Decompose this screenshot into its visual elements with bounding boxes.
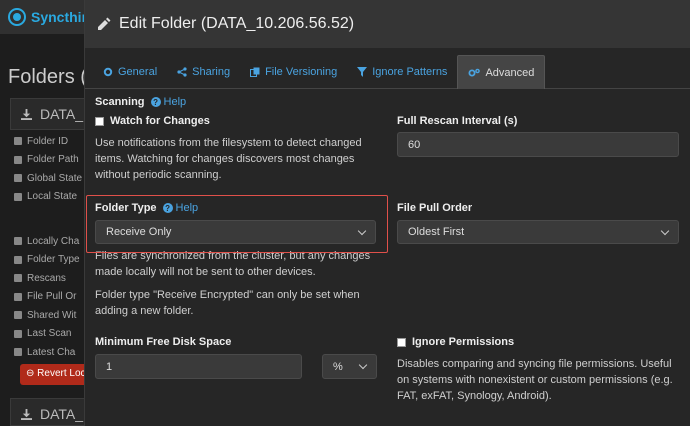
folder-type-description: Files are synchronized from the cluster,… (95, 250, 371, 278)
tab-ignore-patterns[interactable]: Ignore Patterns (347, 55, 457, 89)
question-circle-icon: ? (162, 203, 173, 213)
share-icon (14, 311, 22, 320)
download-icon (21, 108, 32, 120)
home-icon (14, 192, 22, 201)
modal-title: Edit Folder (DATA_10.206.56.52) (119, 15, 355, 32)
list-item: Folder Path (14, 151, 82, 170)
edit-folder-modal: Edit Folder (DATA_10.206.56.52) General … (84, 0, 690, 426)
modal-header: Edit Folder (DATA_10.206.56.52) (85, 0, 690, 48)
ignore-permissions-description: Disables comparing and syncing file perm… (397, 358, 673, 402)
ignore-permissions-label[interactable]: Ignore Permissions (397, 336, 514, 348)
gear-icon (103, 67, 113, 77)
ignore-permissions-checkbox[interactable] (397, 337, 406, 347)
versions-icon (250, 67, 260, 77)
minimum-free-disk-space-label: Minimum Free Disk Space (95, 336, 232, 348)
filter-icon (357, 67, 368, 77)
chevron-down-icon (357, 226, 367, 235)
full-rescan-interval-label: Full Rescan Interval (s) (397, 115, 518, 127)
list-item: Last Scan (14, 325, 80, 344)
list-item: Folder ID (14, 132, 82, 151)
folder-type-help-link[interactable]: ? Help (162, 202, 198, 214)
watch-for-changes-checkbox[interactable] (95, 116, 104, 126)
folders-heading: Folders ( (8, 66, 87, 88)
file-pull-order-label: File Pull Order (397, 202, 473, 214)
file-pull-order-select[interactable]: Oldest First (397, 220, 679, 244)
tab-advanced[interactable]: Advanced (457, 55, 546, 89)
gears-icon (468, 68, 481, 76)
tab-sharing[interactable]: Sharing (167, 55, 240, 89)
syncthing-logo-icon (8, 8, 26, 26)
folder-panel-title-2: DATA_ (40, 406, 84, 422)
pencil-icon (98, 17, 111, 30)
clock-icon (14, 329, 22, 338)
chevron-down-icon (358, 360, 368, 370)
folder-panel-title: DATA_ (40, 106, 84, 122)
folder-type-label: Folder Type ? Help (95, 202, 199, 214)
tab-general[interactable]: General (93, 55, 167, 89)
info-icon (14, 137, 22, 146)
scanning-heading: Scanning ? Help (95, 96, 187, 108)
refresh-icon (14, 274, 22, 283)
question-circle-icon: ? (150, 97, 161, 107)
sort-icon (14, 292, 22, 301)
list-item: Shared Wit (14, 306, 80, 325)
folder-panel-header-2[interactable]: DATA_ (10, 398, 90, 426)
exchange-icon (14, 348, 22, 357)
scanning-help-link[interactable]: ? Help (150, 96, 186, 108)
list-item: File Pull Or (14, 288, 80, 307)
download-icon (21, 408, 32, 420)
disk-space-unit-select[interactable]: % (322, 354, 377, 379)
chevron-down-icon (660, 226, 670, 235)
modal-tabs: General Sharing File Versioning Ignore P… (85, 55, 690, 89)
tab-file-versioning[interactable]: File Versioning (240, 55, 347, 89)
minus-circle-icon: ⊖ (26, 368, 38, 379)
list-item: Latest Cha (14, 343, 80, 362)
watch-for-changes-label[interactable]: Watch for Changes (95, 115, 210, 127)
full-rescan-interval-input[interactable]: 60 (397, 132, 679, 157)
revert-local-changes-button[interactable]: ⊖ Revert Loca (20, 364, 90, 385)
share-icon (177, 67, 187, 77)
folder-panel-header[interactable]: DATA_ (10, 98, 90, 130)
list-item: Local State (14, 188, 82, 207)
watch-for-changes-description: Use notifications from the filesystem to… (95, 137, 362, 181)
list-item: Locally Cha (14, 232, 80, 251)
list-item: Folder Type (14, 251, 80, 270)
folder-icon (14, 155, 22, 164)
folder-type-note: Folder type "Receive Encrypted" can only… (95, 289, 360, 317)
minimum-free-disk-space-input[interactable]: 1 (95, 354, 302, 379)
folder-info-list-top: Folder ID Folder Path Global State Local… (14, 132, 82, 206)
folder-type-select[interactable]: Receive Only (95, 220, 376, 244)
list-item: Global State (14, 169, 82, 188)
changes-icon (14, 237, 22, 246)
folder-icon (14, 255, 22, 264)
globe-icon (14, 174, 22, 183)
list-item: Rescans (14, 269, 80, 288)
folder-info-list-bottom: Locally Cha Folder Type Rescans File Pul… (14, 232, 80, 362)
